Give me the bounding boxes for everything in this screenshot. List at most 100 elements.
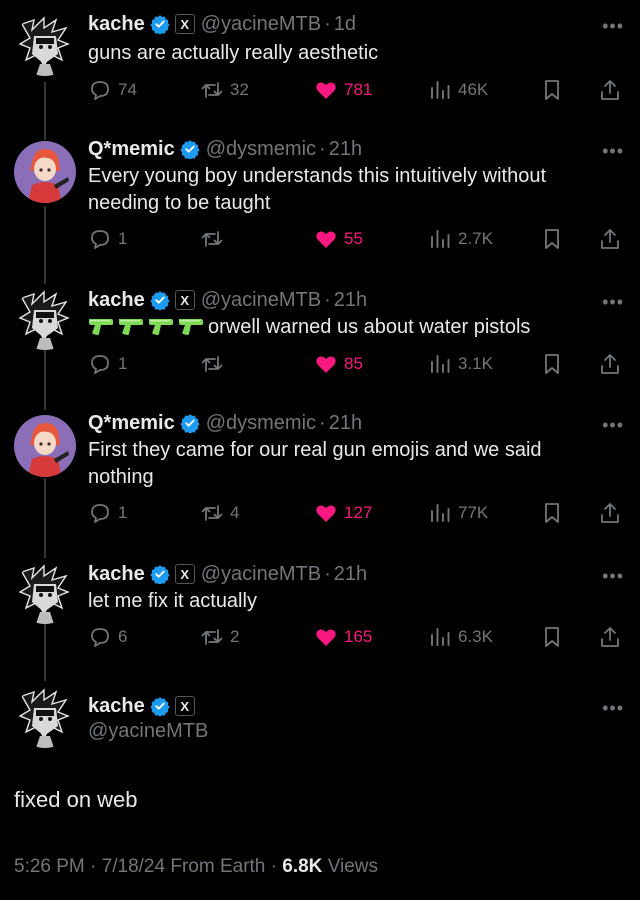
avatar-image xyxy=(14,562,76,624)
timestamp[interactable]: 1d xyxy=(334,13,356,36)
avatar[interactable] xyxy=(14,141,76,203)
avatar[interactable] xyxy=(14,14,76,76)
more-icon[interactable]: ••• xyxy=(602,141,624,162)
display-name[interactable]: kache xyxy=(88,695,145,718)
views-button[interactable]: 6.3K xyxy=(428,623,493,651)
like-count: 781 xyxy=(344,80,373,99)
x-affiliate-badge: X xyxy=(174,14,195,34)
bookmark-button[interactable] xyxy=(540,350,564,378)
display-name[interactable]: kache xyxy=(88,13,145,36)
post-source: From Earth xyxy=(170,856,266,877)
avatar-image xyxy=(14,141,76,203)
timestamp[interactable]: 21h xyxy=(329,138,362,161)
retweet-button[interactable]: 32 xyxy=(200,76,249,104)
views-button[interactable]: 2.7K xyxy=(428,225,493,253)
thread-line xyxy=(44,345,46,410)
heart-icon xyxy=(314,78,338,102)
avatar[interactable] xyxy=(14,288,76,350)
share-button[interactable] xyxy=(598,225,622,253)
like-count: 165 xyxy=(344,627,373,646)
bookmark-button[interactable] xyxy=(540,76,564,104)
display-name[interactable]: kache xyxy=(88,289,145,312)
action-bar: 74 32 781 46K xyxy=(88,76,628,104)
retweet-button[interactable]: 4 xyxy=(200,499,239,527)
like-button[interactable]: 165 xyxy=(314,623,372,651)
separator: · xyxy=(324,288,331,311)
views-button[interactable]: 3.1K xyxy=(428,350,493,378)
share-button[interactable] xyxy=(598,76,622,104)
reply-button[interactable]: 1 xyxy=(88,225,127,253)
views-button[interactable]: 46K xyxy=(428,76,488,104)
timestamp[interactable]: 21h xyxy=(334,563,367,586)
more-icon[interactable]: ••• xyxy=(602,16,624,37)
avatar[interactable] xyxy=(14,686,76,748)
post-date[interactable]: 7/18/24 xyxy=(102,856,165,877)
timestamp[interactable]: 21h xyxy=(334,289,367,312)
bookmark-button[interactable] xyxy=(540,623,564,651)
display-name[interactable]: Q*memic xyxy=(88,412,175,435)
views-count: 46K xyxy=(458,80,489,99)
like-button[interactable]: 127 xyxy=(314,499,372,527)
display-name[interactable]: kache xyxy=(88,563,145,586)
x-affiliate-badge: X xyxy=(174,696,195,716)
tweet-header: kache X @yacineMTB · 21h xyxy=(88,286,367,314)
separator: · xyxy=(324,562,331,585)
verified-icon xyxy=(150,14,170,34)
handle[interactable]: @dysmemic xyxy=(206,138,316,161)
handle[interactable]: @yacineMTB xyxy=(201,289,321,312)
tweet-text: let me fix it actually xyxy=(88,590,257,612)
share-button[interactable] xyxy=(598,623,622,651)
more-icon[interactable]: ••• xyxy=(602,292,624,313)
handle[interactable]: @yacineMTB xyxy=(201,13,321,36)
separator: · xyxy=(90,856,97,877)
handle[interactable]: @dysmemic xyxy=(206,412,316,435)
tweet-text-container: orwell warned us about water pistols xyxy=(88,314,608,341)
reply-icon xyxy=(88,501,112,525)
more-icon[interactable]: ••• xyxy=(602,566,624,587)
bookmark-button[interactable] xyxy=(540,499,564,527)
reply-button[interactable]: 1 xyxy=(88,350,127,378)
more-icon[interactable]: ••• xyxy=(602,415,624,436)
x-affiliate-badge: X xyxy=(174,290,195,310)
like-button[interactable]: 85 xyxy=(314,350,363,378)
heart-icon xyxy=(314,501,338,525)
share-icon xyxy=(598,501,622,525)
views-icon xyxy=(428,78,452,102)
avatar[interactable] xyxy=(14,562,76,624)
views-icon xyxy=(428,625,452,649)
timestamp[interactable]: 21h xyxy=(329,412,362,435)
share-icon xyxy=(598,78,622,102)
retweet-icon xyxy=(200,625,224,649)
more-icon[interactable]: ••• xyxy=(602,698,624,719)
avatar[interactable] xyxy=(14,415,76,477)
views-count: 3.1K xyxy=(458,354,493,373)
retweet-button[interactable] xyxy=(200,350,230,378)
retweet-button[interactable]: 2 xyxy=(200,623,239,651)
post-time[interactable]: 5:26 PM xyxy=(14,856,85,877)
water-pistol-icon xyxy=(178,316,204,336)
tweet-text: orwell warned us about water pistols xyxy=(208,316,531,338)
retweet-icon xyxy=(200,352,224,376)
reply-button[interactable]: 1 xyxy=(88,499,127,527)
reply-button[interactable]: 6 xyxy=(88,623,127,651)
views-count: 2.7K xyxy=(458,229,493,248)
share-icon xyxy=(598,625,622,649)
bookmark-button[interactable] xyxy=(540,225,564,253)
share-button[interactable] xyxy=(598,350,622,378)
tweet-header: kache X @yacineMTB · 21h xyxy=(88,560,367,588)
handle[interactable]: @yacineMTB xyxy=(88,720,208,743)
verified-icon xyxy=(150,290,170,310)
reply-icon xyxy=(88,78,112,102)
retweet-button[interactable] xyxy=(200,225,230,253)
share-icon xyxy=(598,352,622,376)
verified-icon xyxy=(150,696,170,716)
separator: · xyxy=(324,12,331,35)
like-button[interactable]: 781 xyxy=(314,76,372,104)
share-button[interactable] xyxy=(598,499,622,527)
separator: · xyxy=(319,137,326,160)
views-button[interactable]: 77K xyxy=(428,499,488,527)
display-name[interactable]: Q*memic xyxy=(88,138,175,161)
reply-button[interactable]: 74 xyxy=(88,76,137,104)
like-button[interactable]: 55 xyxy=(314,225,363,253)
handle[interactable]: @yacineMTB xyxy=(201,563,321,586)
